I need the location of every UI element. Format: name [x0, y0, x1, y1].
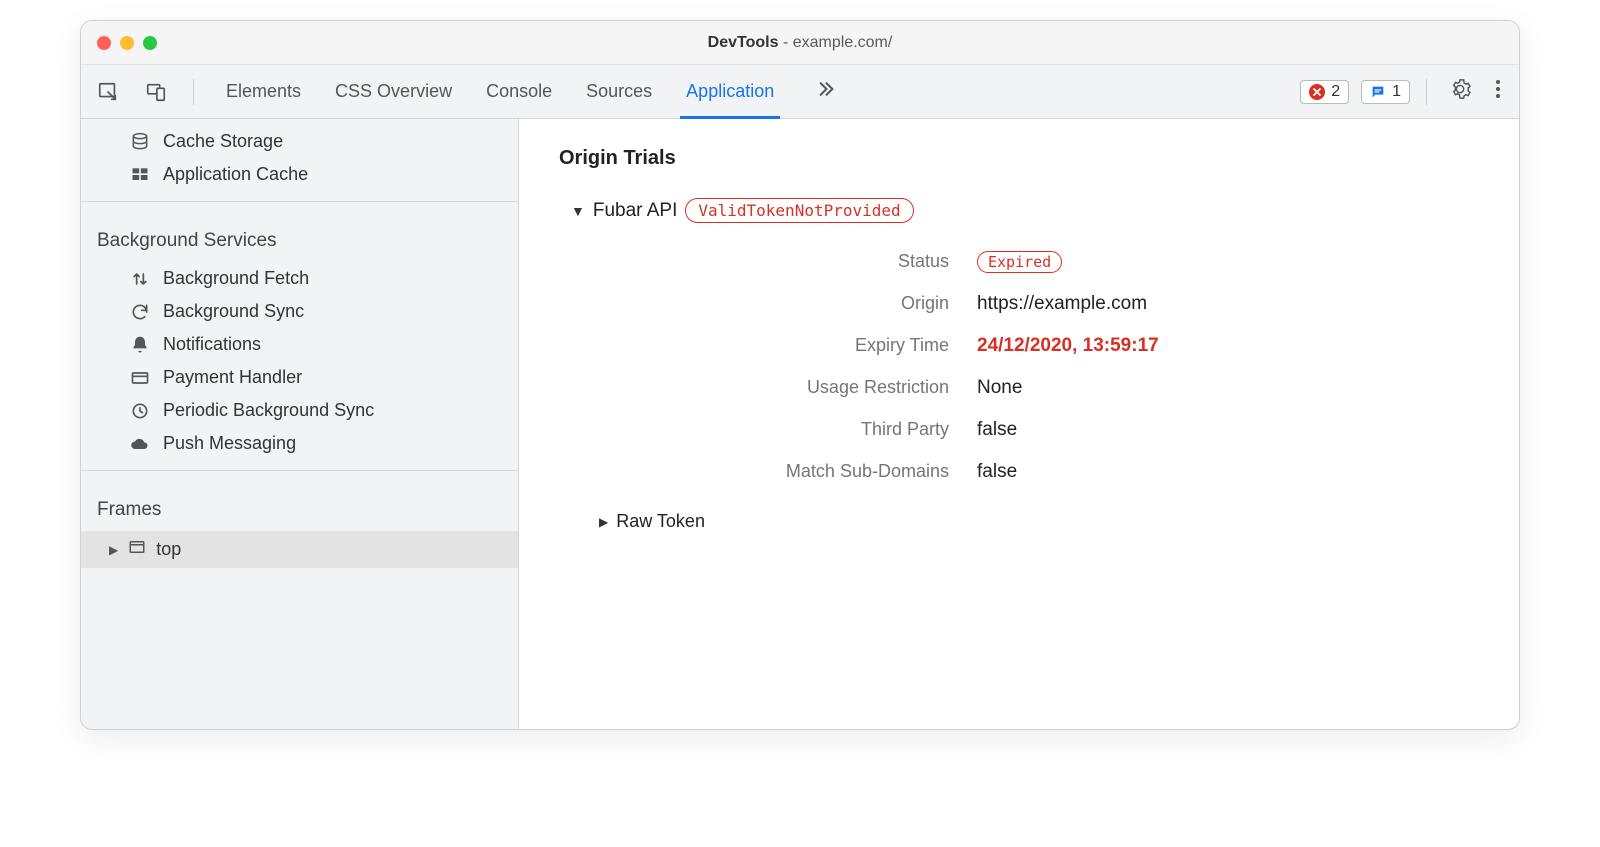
trial-name: Fubar API	[593, 200, 678, 222]
application-sidebar: Cache Storage Application Cache Backgrou…	[81, 119, 519, 729]
bell-icon	[129, 335, 151, 355]
tab-css-overview[interactable]: CSS Overview	[335, 65, 452, 118]
tab-sources[interactable]: Sources	[586, 65, 652, 118]
window-icon	[128, 538, 146, 561]
clock-icon	[129, 401, 151, 421]
status-label: Status	[629, 251, 949, 273]
panel-tabs: Elements CSS Overview Console Sources Ap…	[216, 65, 840, 118]
status-badge: Expired	[977, 251, 1062, 273]
sidebar-item-label: Application Cache	[163, 164, 308, 185]
origin-label: Origin	[629, 293, 949, 315]
settings-button[interactable]	[1443, 78, 1477, 105]
origin-trial-row[interactable]: ▼ Fubar API ValidTokenNotProvided	[571, 198, 1479, 223]
page-title: Origin Trials	[559, 147, 1479, 170]
grid-icon	[129, 165, 151, 185]
chevron-right-icon: ▶	[109, 543, 118, 557]
raw-token-row[interactable]: ▶ Raw Token	[559, 511, 1479, 532]
trial-status-badge: ValidTokenNotProvided	[685, 198, 913, 223]
sidebar-item-background-sync[interactable]: Background Sync	[81, 295, 518, 328]
raw-token-label: Raw Token	[616, 511, 705, 532]
device-toggle-icon[interactable]	[141, 81, 171, 103]
frame-label: top	[156, 539, 181, 560]
subdomains-label: Match Sub-Domains	[629, 461, 949, 483]
tab-application[interactable]: Application	[686, 65, 774, 118]
sync-icon	[129, 302, 151, 322]
sidebar-item-application-cache[interactable]: Application Cache	[81, 158, 518, 191]
tab-console[interactable]: Console	[486, 65, 552, 118]
application-main: Origin Trials ▼ Fubar API ValidTokenNotP…	[519, 119, 1519, 729]
window-title-url: example.com/	[793, 34, 893, 51]
sidebar-item-label: Push Messaging	[163, 433, 296, 454]
error-icon	[1309, 84, 1325, 100]
tabs-overflow-icon[interactable]	[808, 79, 840, 104]
sidebar-item-label: Background Sync	[163, 301, 304, 322]
sidebar-item-push-messaging[interactable]: Push Messaging	[81, 427, 518, 460]
card-icon	[129, 368, 151, 388]
expiry-value: 24/12/2020, 13:59:17	[977, 335, 1479, 357]
trial-details: Status Expired Origin https://example.co…	[559, 251, 1479, 483]
window-title: DevTools - example.com/	[81, 34, 1519, 52]
inspect-element-icon[interactable]	[93, 81, 123, 103]
minimize-window-button[interactable]	[120, 36, 134, 50]
titlebar: DevTools - example.com/	[81, 21, 1519, 65]
expiry-label: Expiry Time	[629, 335, 949, 357]
sidebar-separator-2	[81, 470, 518, 471]
panel-body: Cache Storage Application Cache Backgrou…	[81, 119, 1519, 729]
sidebar-item-background-fetch[interactable]: Background Fetch	[81, 262, 518, 295]
kebab-menu-button[interactable]	[1489, 78, 1507, 105]
traffic-lights	[97, 36, 157, 50]
sidebar-item-cache-storage[interactable]: Cache Storage	[81, 125, 518, 158]
chevron-right-icon: ▶	[599, 515, 608, 529]
window-title-prefix: DevTools	[708, 34, 779, 51]
sidebar-item-notifications[interactable]: Notifications	[81, 328, 518, 361]
database-icon	[129, 132, 151, 152]
sidebar-item-payment-handler[interactable]: Payment Handler	[81, 361, 518, 394]
third-party-value: false	[977, 419, 1479, 441]
errors-counter[interactable]: 2	[1300, 80, 1349, 104]
messages-count: 1	[1392, 83, 1401, 101]
sidebar-item-label: Payment Handler	[163, 367, 302, 388]
third-party-label: Third Party	[629, 419, 949, 441]
toolbar-separator-2	[1426, 79, 1427, 105]
usage-value: None	[977, 377, 1479, 399]
sidebar-section-frames: Frames	[81, 481, 518, 531]
cloud-icon	[129, 434, 151, 454]
sidebar-separator	[81, 201, 518, 202]
status-value: Expired	[977, 251, 1479, 273]
message-icon	[1370, 84, 1386, 100]
errors-count: 2	[1331, 83, 1340, 101]
updown-icon	[129, 269, 151, 289]
sidebar-item-label: Notifications	[163, 334, 261, 355]
sidebar-item-label: Background Fetch	[163, 268, 309, 289]
zoom-window-button[interactable]	[143, 36, 157, 50]
sidebar-item-label: Periodic Background Sync	[163, 400, 374, 421]
sidebar-item-periodic-bg-sync[interactable]: Periodic Background Sync	[81, 394, 518, 427]
close-window-button[interactable]	[97, 36, 111, 50]
sidebar-section-bg-services: Background Services	[81, 212, 518, 262]
tab-elements[interactable]: Elements	[226, 65, 301, 118]
chevron-down-icon: ▼	[571, 203, 585, 219]
subdomains-value: false	[977, 461, 1479, 483]
sidebar-item-label: Cache Storage	[163, 131, 283, 152]
main-toolbar: Elements CSS Overview Console Sources Ap…	[81, 65, 1519, 119]
origin-value: https://example.com	[977, 293, 1479, 315]
toolbar-right: 2 1	[1300, 78, 1507, 105]
frame-row-top[interactable]: ▶ top	[81, 531, 518, 568]
toolbar-separator	[193, 79, 194, 105]
usage-label: Usage Restriction	[629, 377, 949, 399]
messages-counter[interactable]: 1	[1361, 80, 1410, 104]
devtools-window: DevTools - example.com/ Elements CSS Ove…	[80, 20, 1520, 730]
